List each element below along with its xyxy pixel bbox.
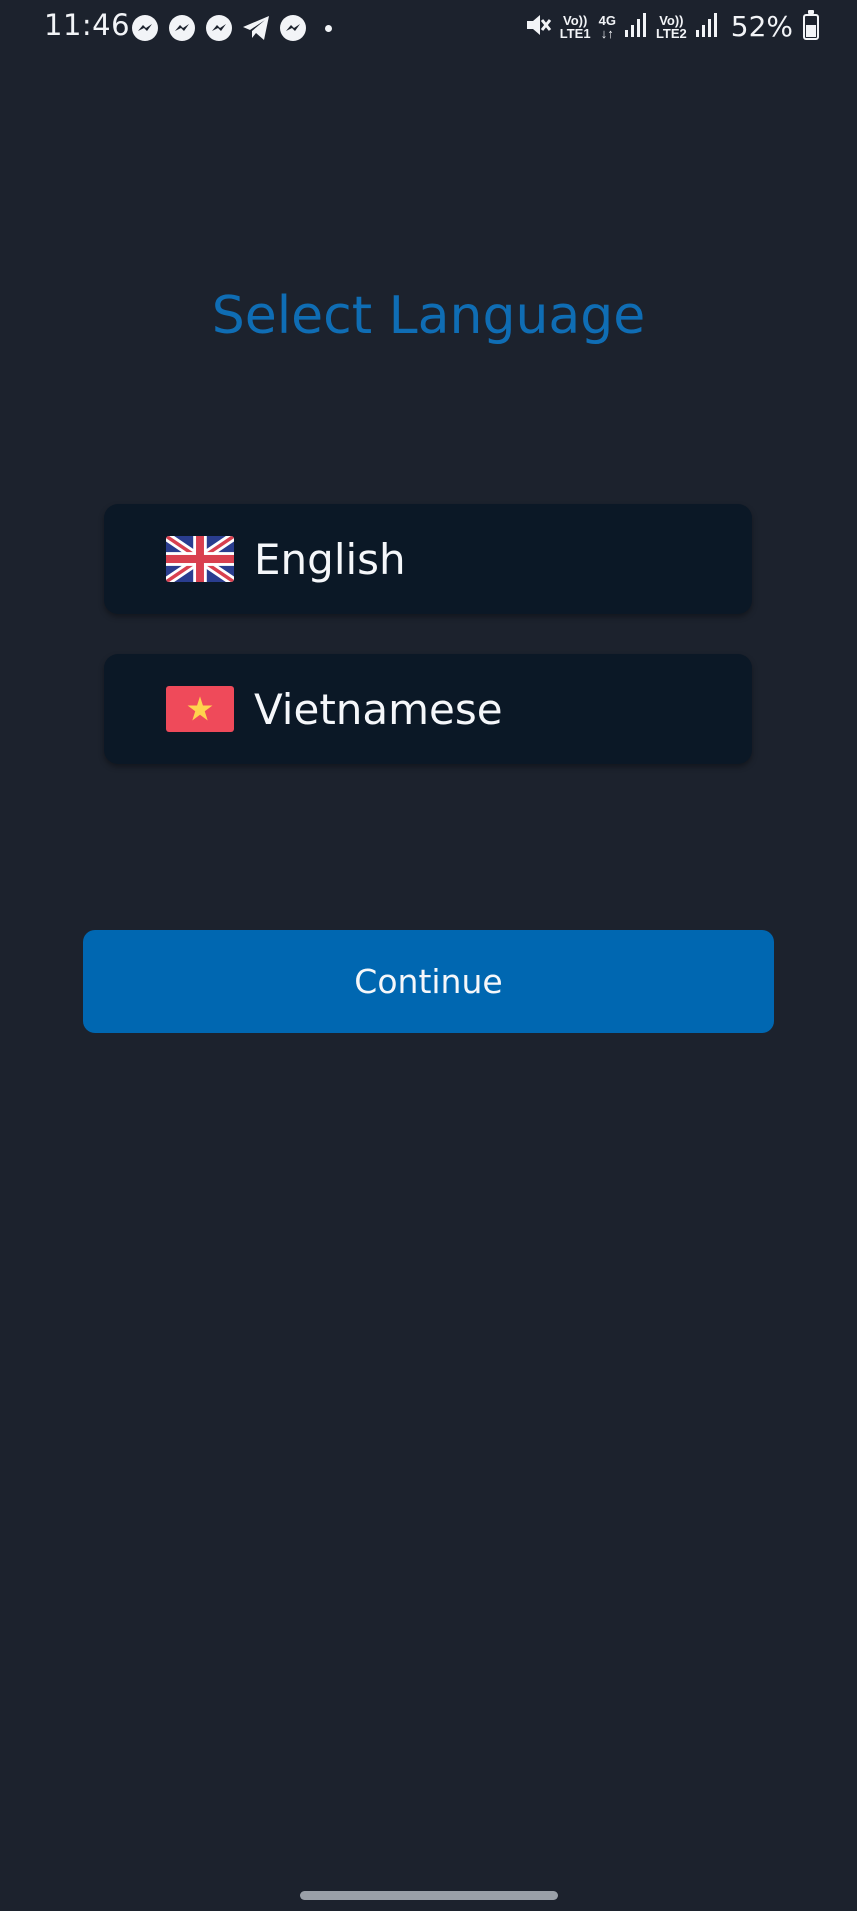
notification-dot xyxy=(325,24,332,32)
home-indicator[interactable] xyxy=(300,1891,558,1900)
sim1-volte-label: Vo)) LTE1 xyxy=(559,12,591,41)
sim2-volte-label: Vo)) LTE2 xyxy=(655,12,687,41)
signal-icon xyxy=(695,12,719,42)
battery-percent: 52% xyxy=(730,10,793,43)
language-label-english: English xyxy=(254,534,406,584)
language-option-vietnamese[interactable]: Vietnamese xyxy=(104,654,752,764)
vietnam-flag-icon xyxy=(166,686,234,732)
messenger-icon xyxy=(167,13,197,43)
language-option-english[interactable]: English xyxy=(104,504,752,614)
messenger-icon xyxy=(278,13,308,43)
messenger-icon xyxy=(130,13,160,43)
page-title: Select Language xyxy=(211,286,646,346)
language-label-vietnamese: Vietnamese xyxy=(254,684,503,734)
signal-icon xyxy=(624,12,648,42)
uk-flag-icon xyxy=(166,536,234,582)
messenger-icon xyxy=(204,13,234,43)
notification-icons xyxy=(130,13,332,43)
status-time: 11:46 xyxy=(44,8,131,42)
status-bar: 11:46 Vo)) LTE1 4G ↓↑ Vo)) LTE2 52% xyxy=(0,0,857,56)
network-type-label: 4G ↓↑ xyxy=(598,12,616,41)
battery-fill xyxy=(806,25,816,37)
telegram-icon xyxy=(241,13,271,43)
language-select-screen: 11:46 Vo)) LTE1 4G ↓↑ Vo)) LTE2 52% Sele… xyxy=(0,0,857,1911)
battery-icon xyxy=(803,9,819,40)
mute-icon xyxy=(524,11,552,43)
continue-button[interactable]: Continue xyxy=(83,930,774,1033)
system-status-icons: Vo)) LTE1 4G ↓↑ Vo)) LTE2 52% xyxy=(524,9,819,43)
